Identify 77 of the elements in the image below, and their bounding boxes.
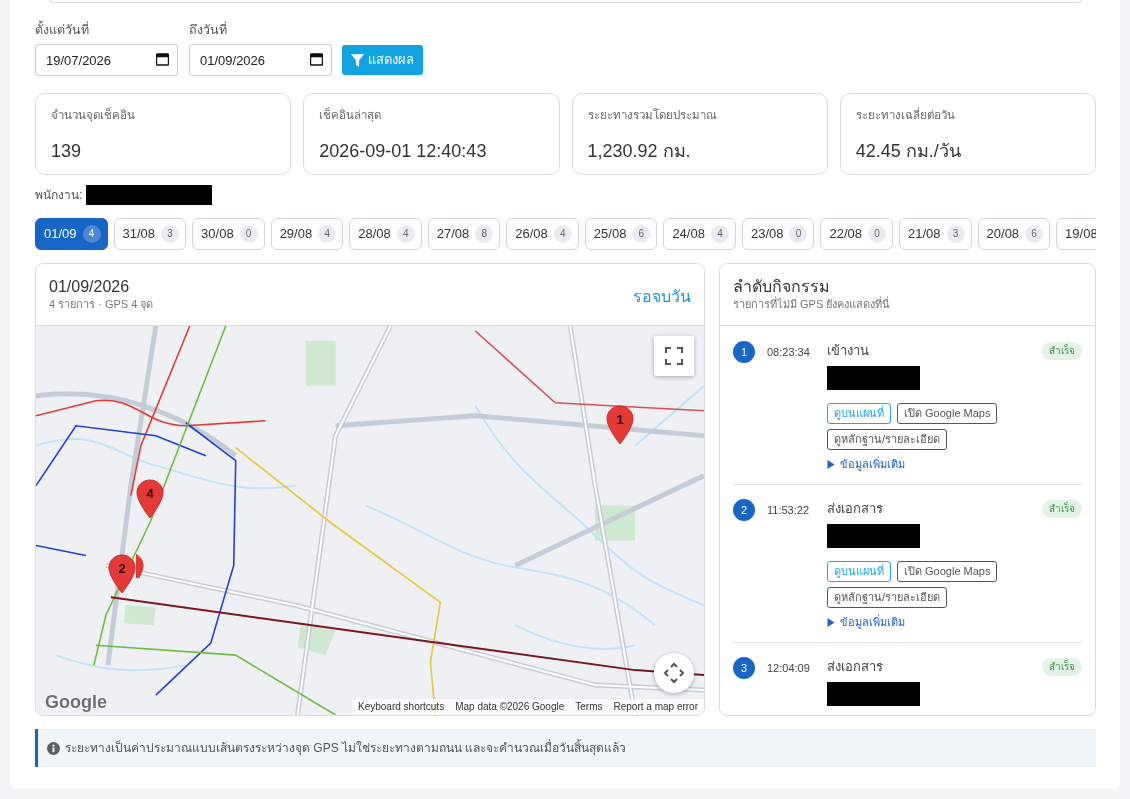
attribution-link[interactable]: Keyboard shortcuts <box>358 699 445 715</box>
count-badge: 0 <box>789 225 808 243</box>
map-pin[interactable]: 4 <box>136 479 164 519</box>
map-pin[interactable]: 1 <box>606 405 634 445</box>
status-badge: สำเร็จ <box>1042 500 1082 518</box>
google-logo: Google <box>45 691 107 713</box>
calendar-icon <box>156 53 169 66</box>
status-badge: สำเร็จ <box>1042 658 1082 676</box>
fullscreen-button[interactable] <box>654 336 694 376</box>
count-badge: 4 <box>82 225 101 243</box>
count-badge: 6 <box>1025 225 1044 243</box>
activity-title: เข้างาน <box>827 342 869 360</box>
day-tab[interactable]: 23/08 0 <box>741 218 815 250</box>
count-badge: 0 <box>239 225 258 243</box>
count-badge: 4 <box>710 225 729 243</box>
activity-title: ส่งเอกสาร <box>827 500 883 518</box>
count-badge: 3 <box>161 225 180 243</box>
day-tab[interactable]: 01/09 4 <box>35 218 108 250</box>
day-tab[interactable]: 24/08 4 <box>663 218 736 250</box>
day-tab[interactable]: 22/08 0 <box>820 218 893 250</box>
activity-title: ส่งเอกสาร <box>827 658 883 676</box>
attribution-link[interactable]: Report a map error <box>613 699 698 715</box>
day-tab[interactable]: 27/08 8 <box>427 218 501 250</box>
more-info-link[interactable]: ข้อมูลเพิ่มเติม <box>840 456 905 472</box>
stat-value: 2026-09-01 12:40:43 <box>319 140 488 163</box>
step-number: 3 <box>733 657 755 679</box>
map-summary: 4 รายการ · GPS 4 จุด <box>49 297 154 312</box>
stat-value: 42.45 กม./วัน <box>855 140 962 163</box>
note-text: ระยะทางเป็นค่าประมาณแบบเส้นตรงระหว่างจุด GPS ไม่ใช่ระยะทางตามถนน และจะคำนวณเมื่อวันสิ้นสุดแล้ว <box>65 739 627 757</box>
day-tab[interactable]: 29/08 4 <box>270 218 344 250</box>
info-icon <box>47 741 60 755</box>
count-badge: 4 <box>318 225 337 243</box>
day-tab[interactable]: 25/08 6 <box>584 218 658 250</box>
day-tab[interactable]: 26/08 4 <box>506 218 579 250</box>
count-badge: 4 <box>553 225 572 243</box>
stat-label: ระยะทางรวมโดยประมาณ <box>587 107 718 123</box>
activity-panel-title: ลำดับกิจกรรม <box>733 277 831 296</box>
field-label: ตั้งแต่วันที่ <box>35 21 178 39</box>
action-button[interactable]: เปิด Google Maps <box>897 403 998 424</box>
step-number: 1 <box>733 341 755 363</box>
stat-label: เช็คอินล่าสุด <box>319 107 383 124</box>
day-tab[interactable]: 20/08 6 <box>977 218 1051 250</box>
count-badge: 3 <box>946 225 965 243</box>
employee-label: พนักงาน: <box>35 187 83 204</box>
count-badge: 4 <box>396 225 415 243</box>
stat-value: 1,230.92 กม. <box>587 140 692 163</box>
stat-value: 139 <box>51 140 83 163</box>
map-data-text: Map data ©2026 Google <box>455 700 565 714</box>
activity-time: 12:04:09 <box>767 661 811 676</box>
day-tab[interactable]: 28/08 4 <box>349 218 422 250</box>
calendar-icon <box>310 53 323 66</box>
field-label: ถึงวันที่ <box>189 21 228 39</box>
date-field[interactable]: 19/07/2026 <box>35 44 178 76</box>
stat-label: จำนวนจุดเช็คอิน <box>51 107 136 124</box>
action-button[interactable]: ดูหลักฐาน/รายละเอียด <box>827 429 948 450</box>
day-tab[interactable]: 30/08 0 <box>192 218 265 250</box>
count-badge: 6 <box>632 225 651 243</box>
stat-label: ระยะทางเฉลี่ยต่อวัน <box>855 107 956 123</box>
count-badge: 8 <box>475 225 494 243</box>
step-number: 2 <box>733 499 755 521</box>
more-info-link[interactable]: ข้อมูลเพิ่มเติม <box>840 614 905 630</box>
fullscreen-icon <box>665 347 683 365</box>
date-field[interactable]: 01/09/2026 <box>189 44 332 76</box>
map-date-title: 01/09/2026 <box>49 277 131 297</box>
action-button[interactable]: ดูหลักฐาน/รายละเอียด <box>827 587 948 608</box>
activity-time: 08:23:34 <box>767 345 811 360</box>
filter-icon <box>351 53 364 67</box>
map-pin[interactable] <box>136 553 144 578</box>
count-badge: 0 <box>868 225 886 243</box>
day-tab[interactable]: 21/08 3 <box>899 218 972 250</box>
status-badge: สำเร็จ <box>1042 342 1082 360</box>
activity-time: 11:53:22 <box>767 503 810 518</box>
attribution-link[interactable]: Terms <box>575 699 603 715</box>
day-tab[interactable]: 31/08 3 <box>113 218 187 250</box>
action-button[interactable]: เปิด Google Maps <box>897 561 998 582</box>
activity-subtitle: รายการที่ไม่มี GPS ยังคงแสดงที่นี่ <box>733 297 892 312</box>
move-arrows-icon <box>663 662 685 684</box>
